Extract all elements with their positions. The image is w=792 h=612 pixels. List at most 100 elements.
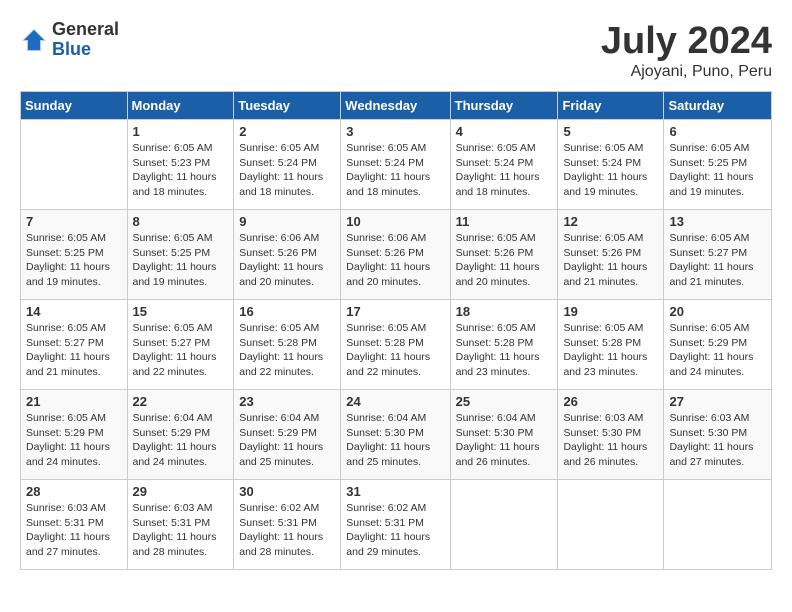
day-number: 17 — [346, 304, 444, 319]
day-info: Sunrise: 6:05 AMSunset: 5:24 PMDaylight:… — [456, 141, 553, 200]
day-info: Sunrise: 6:05 AMSunset: 5:29 PMDaylight:… — [26, 411, 122, 470]
day-number: 9 — [239, 214, 335, 229]
title-block: July 2024 Ajoyani, Puno, Peru — [601, 20, 772, 81]
calendar-cell — [664, 480, 772, 570]
day-info: Sunrise: 6:05 AMSunset: 5:23 PMDaylight:… — [133, 141, 229, 200]
week-row-5: 28Sunrise: 6:03 AMSunset: 5:31 PMDayligh… — [21, 480, 772, 570]
calendar-cell: 28Sunrise: 6:03 AMSunset: 5:31 PMDayligh… — [21, 480, 128, 570]
calendar-cell — [450, 480, 558, 570]
calendar-cell — [21, 120, 128, 210]
day-number: 12 — [563, 214, 658, 229]
day-number: 21 — [26, 394, 122, 409]
day-number: 10 — [346, 214, 444, 229]
day-info: Sunrise: 6:05 AMSunset: 5:25 PMDaylight:… — [133, 231, 229, 290]
logo-icon — [20, 26, 48, 54]
week-row-2: 7 Sunrise: 6:05 AMSunset: 5:25 PMDaylight… — [21, 210, 772, 300]
day-number: 26 — [563, 394, 658, 409]
day-number: 22 — [133, 394, 229, 409]
calendar-cell: 24Sunrise: 6:04 AMSunset: 5:30 PMDayligh… — [341, 390, 450, 480]
day-number: 27 — [669, 394, 766, 409]
calendar-cell: 2 Sunrise: 6:05 AMSunset: 5:24 PMDaylight… — [234, 120, 341, 210]
weekday-header-saturday: Saturday — [664, 92, 772, 120]
calendar-cell: 17Sunrise: 6:05 AMSunset: 5:28 PMDayligh… — [341, 300, 450, 390]
weekday-header-friday: Friday — [558, 92, 664, 120]
calendar-cell: 7 Sunrise: 6:05 AMSunset: 5:25 PMDaylight… — [21, 210, 128, 300]
calendar-cell: 21 Sunrise: 6:05 AMSunset: 5:29 PMDayligh… — [21, 390, 128, 480]
calendar-cell: 14Sunrise: 6:05 AMSunset: 5:27 PMDayligh… — [21, 300, 128, 390]
day-number: 4 — [456, 124, 553, 139]
calendar-cell: 19 Sunrise: 6:05 AMSunset: 5:28 PMDayligh… — [558, 300, 664, 390]
day-info: Sunrise: 6:06 AMSunset: 5:26 PMDaylight:… — [239, 231, 335, 290]
calendar-cell: 1 Sunrise: 6:05 AMSunset: 5:23 PMDaylight… — [127, 120, 234, 210]
day-number: 19 — [563, 304, 658, 319]
day-number: 5 — [563, 124, 658, 139]
calendar-table: SundayMondayTuesdayWednesdayThursdayFrid… — [20, 91, 772, 570]
day-number: 25 — [456, 394, 553, 409]
calendar-cell: 29 Sunrise: 6:03 AMSunset: 5:31 PMDayligh… — [127, 480, 234, 570]
weekday-header-wednesday: Wednesday — [341, 92, 450, 120]
logo-general: General — [52, 20, 119, 40]
day-number: 1 — [133, 124, 229, 139]
calendar-cell: 22 Sunrise: 6:04 AMSunset: 5:29 PMDayligh… — [127, 390, 234, 480]
day-number: 8 — [133, 214, 229, 229]
calendar-cell: 30Sunrise: 6:02 AMSunset: 5:31 PMDayligh… — [234, 480, 341, 570]
day-info: Sunrise: 6:03 AMSunset: 5:31 PMDaylight:… — [133, 501, 229, 560]
day-info: Sunrise: 6:05 AMSunset: 5:24 PMDaylight:… — [239, 141, 335, 200]
day-info: Sunrise: 6:04 AMSunset: 5:29 PMDaylight:… — [239, 411, 335, 470]
day-number: 14 — [26, 304, 122, 319]
logo-blue: Blue — [52, 40, 119, 60]
calendar-cell: 31Sunrise: 6:02 AMSunset: 5:31 PMDayligh… — [341, 480, 450, 570]
day-number: 3 — [346, 124, 444, 139]
day-info: Sunrise: 6:05 AMSunset: 5:29 PMDaylight:… — [669, 321, 766, 380]
day-number: 11 — [456, 214, 553, 229]
calendar-cell: 9 Sunrise: 6:06 AMSunset: 5:26 PMDaylight… — [234, 210, 341, 300]
calendar-cell: 4 Sunrise: 6:05 AMSunset: 5:24 PMDaylight… — [450, 120, 558, 210]
day-info: Sunrise: 6:05 AMSunset: 5:27 PMDaylight:… — [133, 321, 229, 380]
calendar-cell: 27Sunrise: 6:03 AMSunset: 5:30 PMDayligh… — [664, 390, 772, 480]
day-number: 31 — [346, 484, 444, 499]
day-info: Sunrise: 6:04 AMSunset: 5:29 PMDaylight:… — [133, 411, 229, 470]
calendar-cell: 12 Sunrise: 6:05 AMSunset: 5:26 PMDayligh… — [558, 210, 664, 300]
page-header: General Blue July 2024 Ajoyani, Puno, Pe… — [20, 20, 772, 81]
calendar-cell: 11 Sunrise: 6:05 AMSunset: 5:26 PMDayligh… — [450, 210, 558, 300]
logo: General Blue — [20, 20, 119, 60]
day-info: Sunrise: 6:05 AMSunset: 5:26 PMDaylight:… — [563, 231, 658, 290]
calendar-cell: 3 Sunrise: 6:05 AMSunset: 5:24 PMDaylight… — [341, 120, 450, 210]
day-number: 7 — [26, 214, 122, 229]
weekday-header-sunday: Sunday — [21, 92, 128, 120]
calendar-cell: 10 Sunrise: 6:06 AMSunset: 5:26 PMDayligh… — [341, 210, 450, 300]
day-info: Sunrise: 6:05 AMSunset: 5:27 PMDaylight:… — [669, 231, 766, 290]
day-number: 18 — [456, 304, 553, 319]
calendar-cell: 15 Sunrise: 6:05 AMSunset: 5:27 PMDayligh… — [127, 300, 234, 390]
day-number: 2 — [239, 124, 335, 139]
calendar-cell: 25Sunrise: 6:04 AMSunset: 5:30 PMDayligh… — [450, 390, 558, 480]
day-info: Sunrise: 6:03 AMSunset: 5:31 PMDaylight:… — [26, 501, 122, 560]
calendar-cell: 5Sunrise: 6:05 AMSunset: 5:24 PMDaylight… — [558, 120, 664, 210]
calendar-cell: 20Sunrise: 6:05 AMSunset: 5:29 PMDayligh… — [664, 300, 772, 390]
day-number: 15 — [133, 304, 229, 319]
day-info: Sunrise: 6:05 AMSunset: 5:28 PMDaylight:… — [563, 321, 658, 380]
weekday-header-row: SundayMondayTuesdayWednesdayThursdayFrid… — [21, 92, 772, 120]
weekday-header-thursday: Thursday — [450, 92, 558, 120]
day-number: 13 — [669, 214, 766, 229]
day-info: Sunrise: 6:05 AMSunset: 5:24 PMDaylight:… — [346, 141, 444, 200]
weekday-header-tuesday: Tuesday — [234, 92, 341, 120]
logo-text: General Blue — [52, 20, 119, 60]
day-info: Sunrise: 6:02 AMSunset: 5:31 PMDaylight:… — [239, 501, 335, 560]
day-info: Sunrise: 6:03 AMSunset: 5:30 PMDaylight:… — [563, 411, 658, 470]
location: Ajoyani, Puno, Peru — [601, 63, 772, 81]
week-row-1: 1 Sunrise: 6:05 AMSunset: 5:23 PMDaylight… — [21, 120, 772, 210]
day-info: Sunrise: 6:06 AMSunset: 5:26 PMDaylight:… — [346, 231, 444, 290]
calendar-cell: 16Sunrise: 6:05 AMSunset: 5:28 PMDayligh… — [234, 300, 341, 390]
day-number: 29 — [133, 484, 229, 499]
day-info: Sunrise: 6:05 AMSunset: 5:28 PMDaylight:… — [239, 321, 335, 380]
day-info: Sunrise: 6:05 AMSunset: 5:26 PMDaylight:… — [456, 231, 553, 290]
day-info: Sunrise: 6:04 AMSunset: 5:30 PMDaylight:… — [346, 411, 444, 470]
day-info: Sunrise: 6:05 AMSunset: 5:25 PMDaylight:… — [26, 231, 122, 290]
month-title: July 2024 — [601, 20, 772, 63]
day-number: 6 — [669, 124, 766, 139]
day-info: Sunrise: 6:05 AMSunset: 5:25 PMDaylight:… — [669, 141, 766, 200]
day-number: 23 — [239, 394, 335, 409]
calendar-cell: 18Sunrise: 6:05 AMSunset: 5:28 PMDayligh… — [450, 300, 558, 390]
calendar-cell: 6 Sunrise: 6:05 AMSunset: 5:25 PMDaylight… — [664, 120, 772, 210]
